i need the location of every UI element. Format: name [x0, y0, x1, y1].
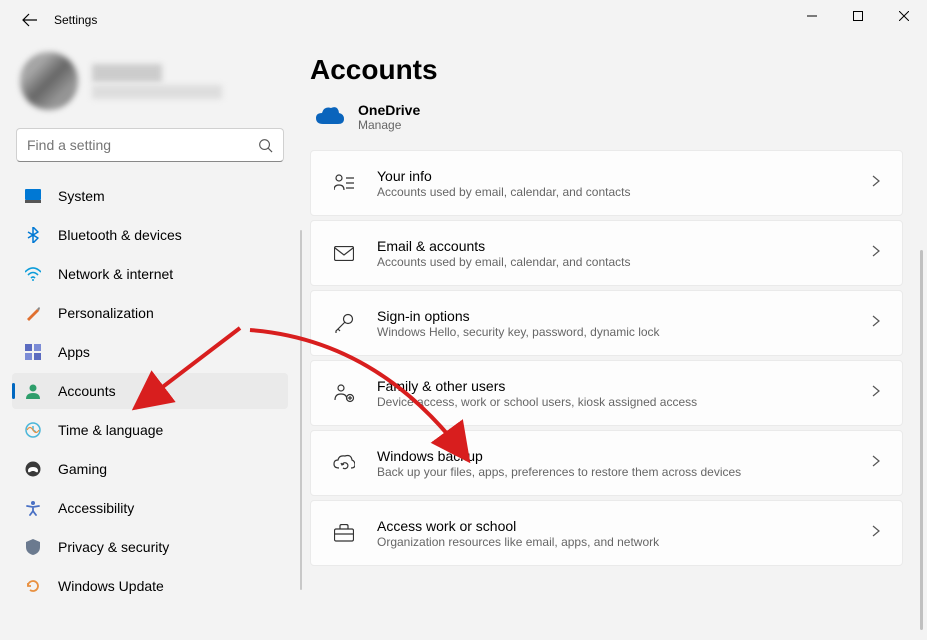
chevron-right-icon — [872, 524, 880, 542]
sidebar-item-personalization[interactable]: Personalization — [12, 295, 288, 331]
sidebar-item-apps[interactable]: Apps — [12, 334, 288, 370]
card-email-accounts[interactable]: Email & accounts Accounts used by email,… — [310, 220, 903, 286]
close-button[interactable] — [881, 0, 927, 32]
your-info-icon — [333, 172, 355, 194]
window-controls — [789, 0, 927, 32]
sidebar-item-windowsupdate[interactable]: Windows Update — [12, 568, 288, 604]
sidebar-item-network[interactable]: Network & internet — [12, 256, 288, 292]
time-icon — [24, 421, 42, 439]
onedrive-title: OneDrive — [358, 102, 420, 118]
card-subtitle: Device access, work or school users, kio… — [377, 395, 850, 409]
card-subtitle: Windows Hello, security key, password, d… — [377, 325, 850, 339]
search-box[interactable] — [16, 128, 284, 162]
main-content: Accounts OneDrive Manage Your info Accou… — [300, 40, 927, 640]
card-family-users[interactable]: Family & other users Device access, work… — [310, 360, 903, 426]
nav-list: System Bluetooth & devices Network & int… — [12, 178, 288, 604]
minimize-button[interactable] — [789, 0, 835, 32]
maximize-button[interactable] — [835, 0, 881, 32]
card-title: Email & accounts — [377, 238, 850, 254]
onedrive-icon — [316, 106, 344, 129]
sidebar-item-privacy[interactable]: Privacy & security — [12, 529, 288, 565]
profile-section[interactable] — [12, 40, 288, 128]
arrow-left-icon — [22, 12, 38, 28]
chevron-right-icon — [872, 384, 880, 402]
nav-label: System — [58, 188, 105, 204]
chevron-right-icon — [872, 244, 880, 262]
nav-label: Gaming — [58, 461, 107, 477]
apps-icon — [24, 343, 42, 361]
minimize-icon — [807, 11, 817, 21]
card-title: Sign-in options — [377, 308, 850, 324]
sidebar-item-bluetooth[interactable]: Bluetooth & devices — [12, 217, 288, 253]
chevron-right-icon — [872, 314, 880, 332]
card-subtitle: Accounts used by email, calendar, and co… — [377, 185, 850, 199]
bluetooth-icon — [24, 226, 42, 244]
sidebar-item-time[interactable]: Time & language — [12, 412, 288, 448]
family-icon — [333, 382, 355, 404]
search-input[interactable] — [27, 137, 258, 153]
sidebar-item-accessibility[interactable]: Accessibility — [12, 490, 288, 526]
nav-label: Personalization — [58, 305, 154, 321]
onedrive-text: OneDrive Manage — [358, 102, 420, 132]
page-title: Accounts — [310, 54, 903, 86]
card-title: Windows backup — [377, 448, 850, 464]
cards-list: Your info Accounts used by email, calend… — [310, 150, 903, 566]
avatar — [20, 52, 78, 110]
key-icon — [333, 312, 355, 334]
maximize-icon — [853, 11, 863, 21]
profile-name — [92, 64, 162, 82]
nav-label: Accounts — [58, 383, 116, 399]
personalization-icon — [24, 304, 42, 322]
window-title: Settings — [54, 13, 97, 27]
profile-email — [92, 85, 222, 99]
accounts-icon — [24, 382, 42, 400]
chevron-right-icon — [872, 454, 880, 472]
nav-label: Apps — [58, 344, 90, 360]
card-title: Family & other users — [377, 378, 850, 394]
titlebar: Settings — [0, 0, 927, 40]
main-scrollbar[interactable] — [920, 250, 923, 630]
email-icon — [333, 242, 355, 264]
card-title: Your info — [377, 168, 850, 184]
nav-label: Privacy & security — [58, 539, 169, 555]
card-work-school[interactable]: Access work or school Organization resou… — [310, 500, 903, 566]
chevron-right-icon — [872, 174, 880, 192]
nav-label: Bluetooth & devices — [58, 227, 182, 243]
briefcase-icon — [333, 522, 355, 544]
nav-label: Windows Update — [58, 578, 164, 594]
profile-info — [92, 64, 222, 99]
card-subtitle: Organization resources like email, apps,… — [377, 535, 850, 549]
close-icon — [899, 11, 909, 21]
card-subtitle: Accounts used by email, calendar, and co… — [377, 255, 850, 269]
nav-label: Network & internet — [58, 266, 173, 282]
onedrive-subtitle: Manage — [358, 118, 420, 132]
card-title: Access work or school — [377, 518, 850, 534]
privacy-icon — [24, 538, 42, 556]
nav-label: Accessibility — [58, 500, 134, 516]
onedrive-row[interactable]: OneDrive Manage — [310, 100, 903, 150]
windowsupdate-icon — [24, 577, 42, 595]
sidebar-item-gaming[interactable]: Gaming — [12, 451, 288, 487]
sidebar: System Bluetooth & devices Network & int… — [0, 40, 300, 640]
accessibility-icon — [24, 499, 42, 517]
nav-label: Time & language — [58, 422, 163, 438]
card-windows-backup[interactable]: Windows backup Back up your files, apps,… — [310, 430, 903, 496]
backup-icon — [333, 452, 355, 474]
sidebar-item-system[interactable]: System — [12, 178, 288, 214]
back-button[interactable] — [18, 8, 42, 32]
card-subtitle: Back up your files, apps, preferences to… — [377, 465, 850, 479]
search-icon — [258, 138, 273, 153]
gaming-icon — [24, 460, 42, 478]
sidebar-item-accounts[interactable]: Accounts — [12, 373, 288, 409]
network-icon — [24, 265, 42, 283]
system-icon — [24, 187, 42, 205]
card-your-info[interactable]: Your info Accounts used by email, calend… — [310, 150, 903, 216]
card-signin-options[interactable]: Sign-in options Windows Hello, security … — [310, 290, 903, 356]
